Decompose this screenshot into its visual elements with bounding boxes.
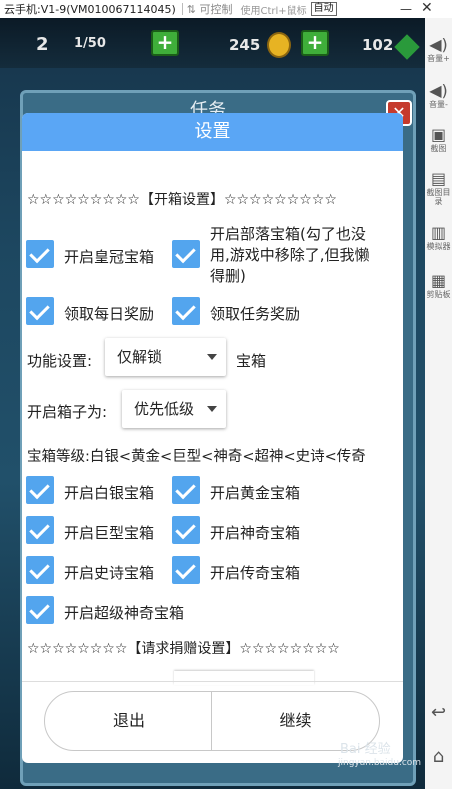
- volume-down-icon: ◀): [429, 81, 448, 100]
- close-window-icon[interactable]: ✕: [421, 0, 433, 16]
- epic-chest-label: 开启史诗宝箱: [64, 564, 155, 582]
- donation-field-partial[interactable]: [174, 671, 314, 685]
- player-level: 2: [36, 34, 49, 55]
- legendary-chest-label: 开启传奇宝箱: [210, 564, 301, 582]
- giant-chest-checkbox[interactable]: [26, 516, 54, 544]
- magical-chest-label: 开启神奇宝箱: [210, 524, 301, 542]
- game-hud: 2 1/50 + 245 + 102: [0, 18, 425, 68]
- legendary-chest-checkbox[interactable]: [172, 556, 200, 584]
- screenshot-folder-label: 截图目录: [426, 188, 451, 206]
- settings-dialog: 设置 ☆☆☆☆☆☆☆☆☆【开箱设置】☆☆☆☆☆☆☆☆☆ 开启皇冠宝箱 开启部落宝…: [22, 113, 403, 763]
- auto-toggle[interactable]: 自动: [310, 2, 337, 16]
- exit-button[interactable]: 退出: [44, 691, 214, 751]
- add-coins-button[interactable]: +: [301, 30, 329, 56]
- silver-chest-checkbox[interactable]: [26, 476, 54, 504]
- minimize-icon[interactable]: —: [400, 2, 412, 16]
- clipboard-icon: ▥: [430, 223, 447, 242]
- open-chest-select[interactable]: 优先低级: [122, 390, 226, 428]
- volume-down-button[interactable]: ◀) 音量-: [425, 81, 452, 110]
- chevron-down-icon: [207, 406, 217, 412]
- daily-reward-checkbox[interactable]: [26, 297, 54, 325]
- screenshot-folder-button[interactable]: ▤ 截图目录: [425, 169, 452, 207]
- screenshot-label: 截图: [430, 144, 447, 153]
- shortcut-hint: 使用Ctrl+鼠标: [240, 5, 307, 17]
- open-chest-value: 优先低级: [134, 400, 195, 418]
- chest-level-text: 宝箱等级:白银<黄金<巨型<神奇<超神<史诗<传奇: [27, 449, 366, 465]
- gold-chest-label: 开启黄金宝箱: [210, 484, 301, 502]
- footer-divider: [22, 681, 403, 682]
- baidu-watermark-url: jingyan.baidu.com: [338, 758, 422, 768]
- volume-up-button[interactable]: ◀) 音量+: [425, 35, 452, 64]
- donation-section-header: ☆☆☆☆☆☆☆☆【请求捐赠设置】☆☆☆☆☆☆☆☆: [27, 641, 340, 657]
- function-setting-suffix: 宝箱: [236, 352, 267, 370]
- silver-chest-label: 开启白银宝箱: [64, 484, 155, 502]
- add-capacity-button[interactable]: +: [151, 30, 179, 56]
- window-title: 云手机:V1-9(VM010067114045): [4, 3, 176, 16]
- function-setting-label: 功能设置:: [27, 352, 93, 370]
- clan-chest-label: 开启部落宝箱(勾了也没用,游戏中移除了,但我懒得删): [210, 225, 370, 285]
- gem-icon: [394, 34, 420, 60]
- baidu-watermark: Bai 经验: [340, 742, 391, 757]
- paste-label: 剪贴板: [426, 290, 451, 299]
- emulator-label: 模拟器: [426, 242, 451, 251]
- paste-button[interactable]: ▦ 剪贴板: [425, 271, 452, 300]
- screenshot-folder-icon: ▤: [430, 169, 447, 188]
- super-magical-chest-label: 开启超级神奇宝箱: [64, 604, 185, 622]
- chest-section-header: ☆☆☆☆☆☆☆☆☆【开箱设置】☆☆☆☆☆☆☆☆☆: [27, 192, 337, 208]
- gem-count: 102: [362, 36, 394, 54]
- back-icon[interactable]: ↩: [425, 704, 452, 722]
- daily-reward-label: 领取每日奖励: [64, 305, 155, 323]
- giant-chest-label: 开启巨型宝箱: [64, 524, 155, 542]
- emulator-button[interactable]: ▥ 模拟器: [425, 223, 452, 252]
- task-reward-label: 领取任务奖励: [210, 305, 301, 323]
- volume-up-label: 音量+: [427, 54, 450, 63]
- coin-count: 245: [229, 36, 261, 54]
- control-mode-label[interactable]: ⇅ 可控制: [187, 1, 233, 17]
- title-divider: [181, 3, 183, 15]
- epic-chest-checkbox[interactable]: [26, 556, 54, 584]
- dialog-title: 设置: [22, 113, 403, 151]
- gold-chest-checkbox[interactable]: [172, 476, 200, 504]
- dialog-body: ☆☆☆☆☆☆☆☆☆【开箱设置】☆☆☆☆☆☆☆☆☆ 开启皇冠宝箱 开启部落宝箱(勾…: [22, 151, 403, 683]
- capacity-counter: 1/50: [74, 36, 106, 51]
- home-icon[interactable]: ⌂: [425, 748, 452, 766]
- volume-down-label: 音量-: [429, 100, 448, 109]
- magical-chest-checkbox[interactable]: [172, 516, 200, 544]
- function-setting-select[interactable]: 仅解锁: [105, 338, 226, 376]
- volume-up-icon: ◀): [429, 35, 448, 54]
- chevron-down-icon: [207, 354, 217, 360]
- task-reward-checkbox[interactable]: [172, 297, 200, 325]
- paste-icon: ▦: [430, 271, 447, 290]
- function-setting-value: 仅解锁: [117, 348, 163, 366]
- clan-chest-checkbox[interactable]: [172, 240, 200, 268]
- emulator-sidebar: ◀) 音量+ ◀) 音量- ▣ 截图 ▤ 截图目录 ▥ 模拟器 ▦ 剪贴板 ↩ …: [425, 18, 452, 789]
- open-chest-label: 开启箱子为:: [27, 403, 108, 421]
- crown-chest-label: 开启皇冠宝箱: [64, 248, 155, 266]
- super-magical-chest-checkbox[interactable]: [26, 596, 54, 624]
- crown-chest-checkbox[interactable]: [26, 240, 54, 268]
- window-title-bar: 云手机:V1-9(VM010067114045) ⇅ 可控制 使用Ctrl+鼠标…: [0, 0, 452, 18]
- screenshot-button[interactable]: ▣ 截图: [425, 125, 452, 154]
- control-mode-text: 可控制: [199, 3, 233, 16]
- coin-icon: [267, 32, 291, 58]
- screenshot-icon: ▣: [430, 125, 447, 144]
